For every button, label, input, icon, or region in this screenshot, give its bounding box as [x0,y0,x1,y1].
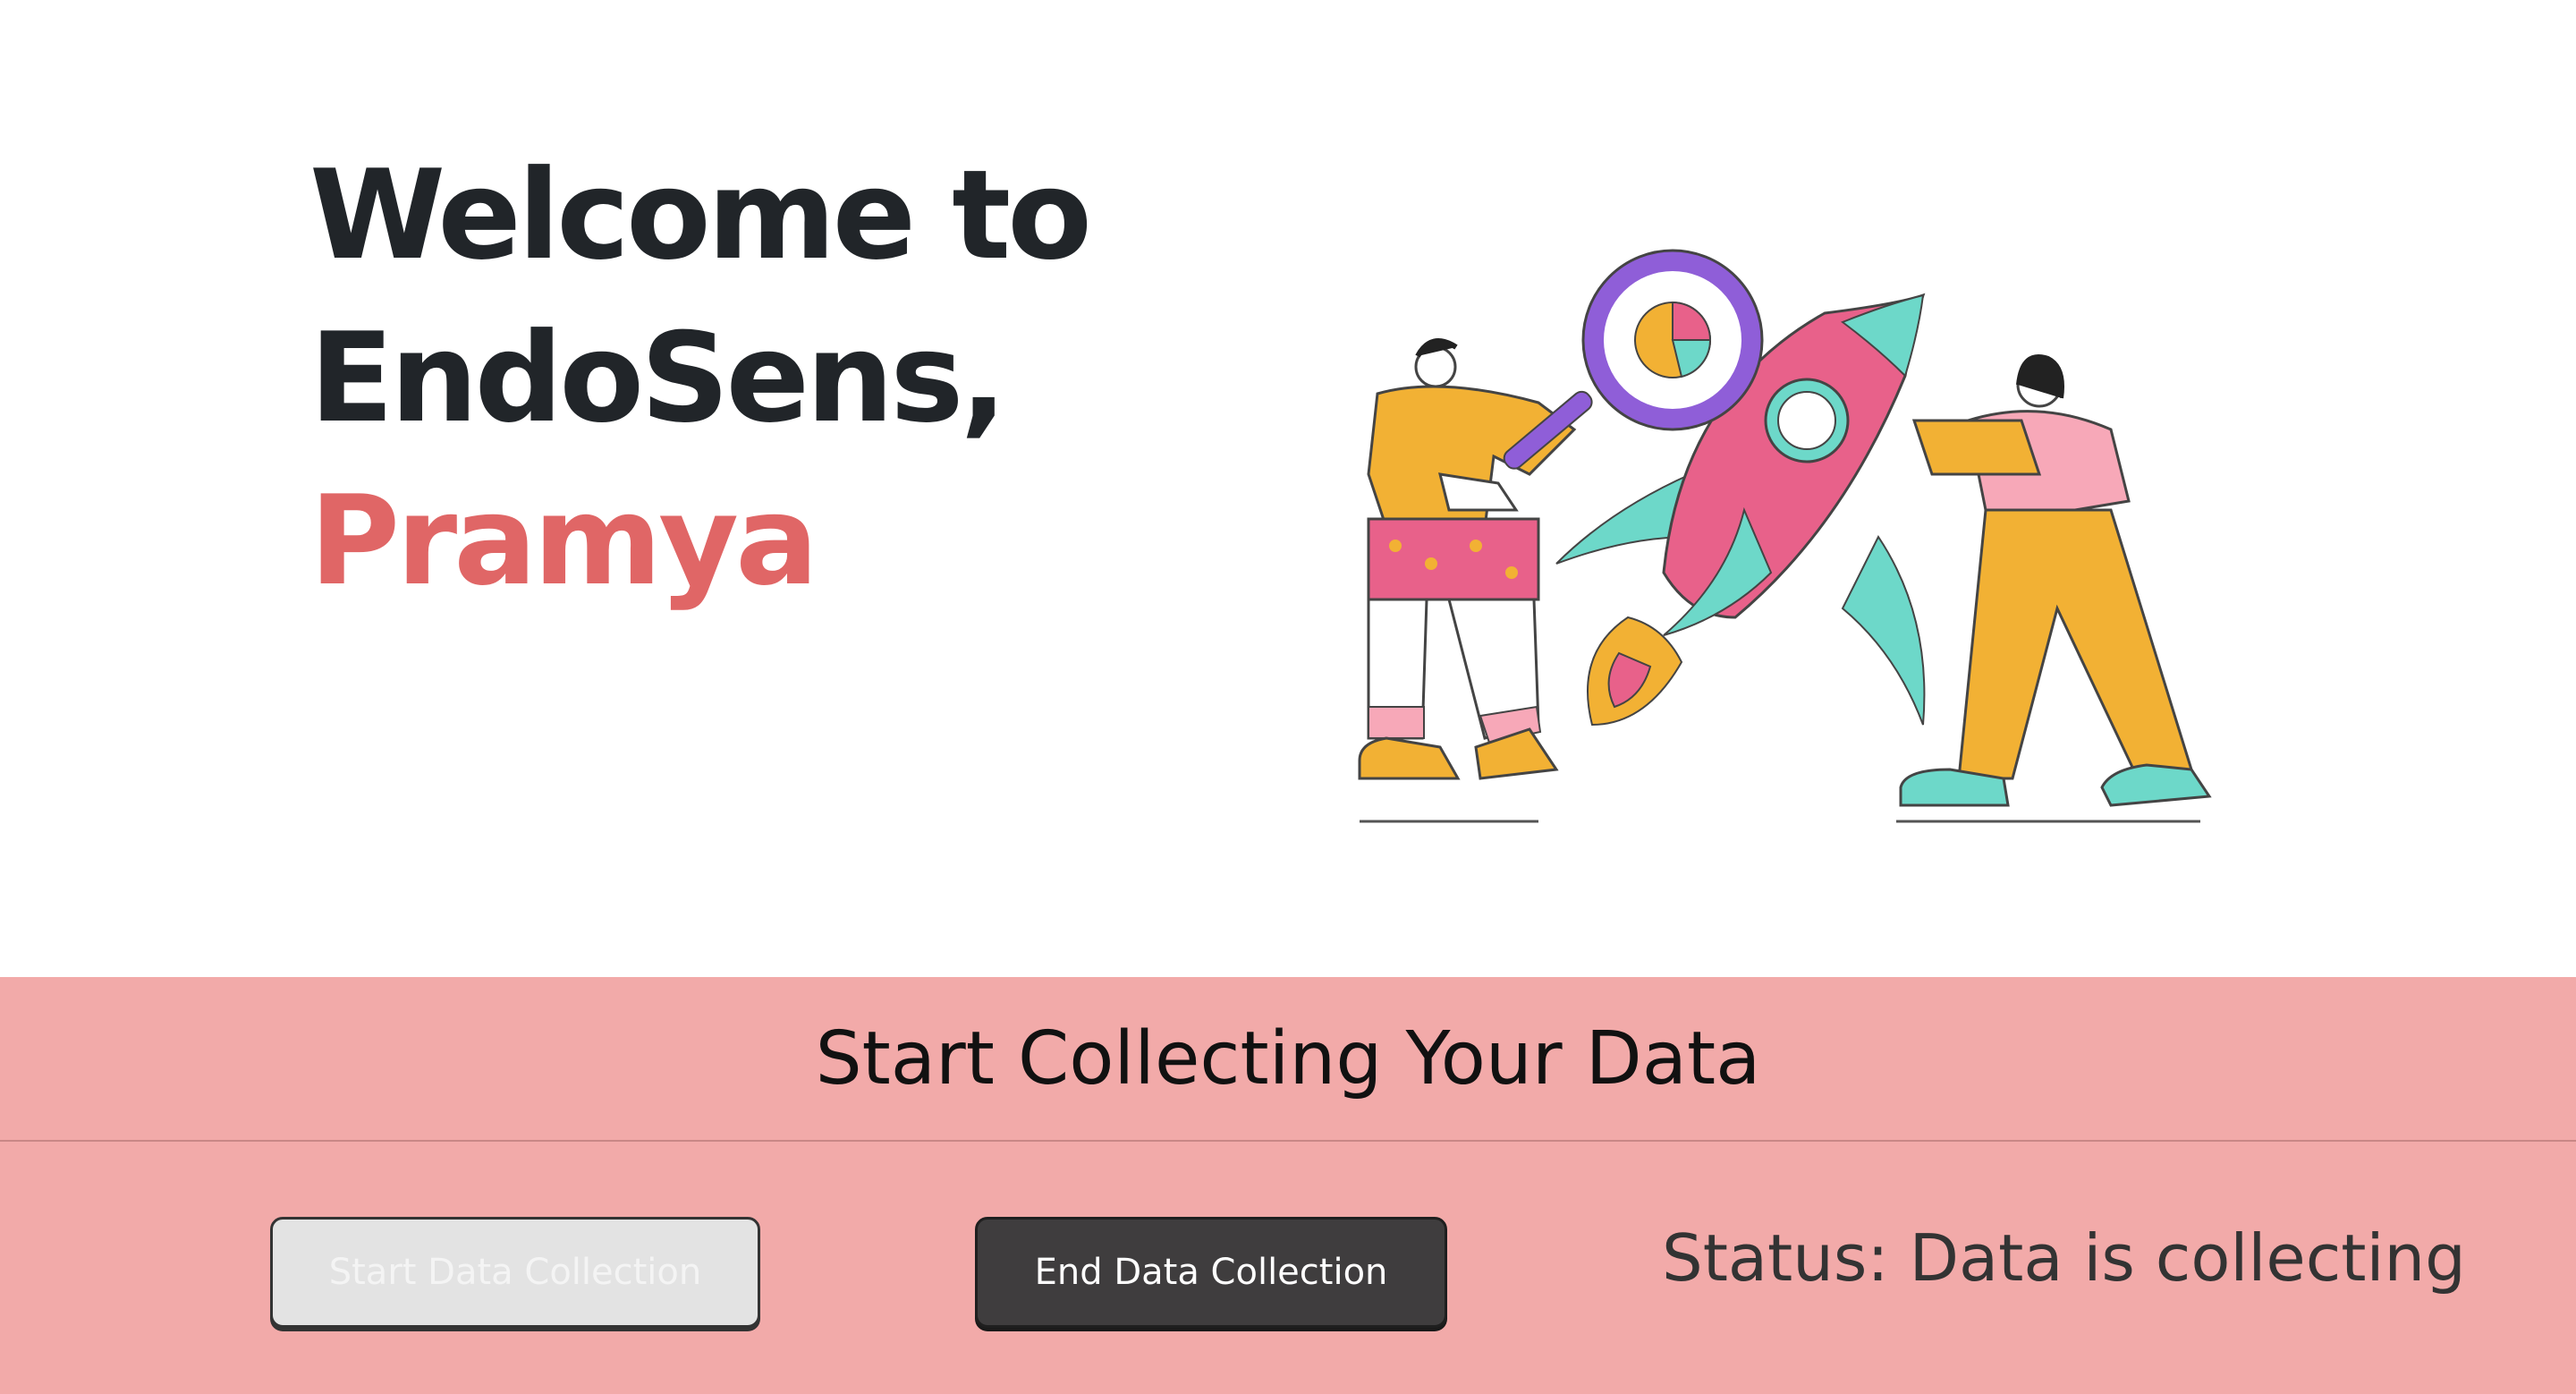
collection-title: Start Collecting Your Data [815,1016,1761,1101]
hero-illustration [1306,242,2227,832]
welcome-line-2: EndoSens, [309,306,1007,450]
end-data-collection-button[interactable]: End Data Collection [975,1217,1447,1328]
woman-figure [1899,354,2212,807]
start-data-collection-button[interactable]: Start Data Collection [270,1217,760,1328]
welcome-heading: Welcome to EndoSens, Pramya [309,134,1092,623]
user-name: Pramya [309,469,818,613]
welcome-line-1: Welcome to [309,143,1092,287]
status-text: Status: Data is collecting [1662,1220,2466,1296]
panel-divider [0,1140,2576,1142]
